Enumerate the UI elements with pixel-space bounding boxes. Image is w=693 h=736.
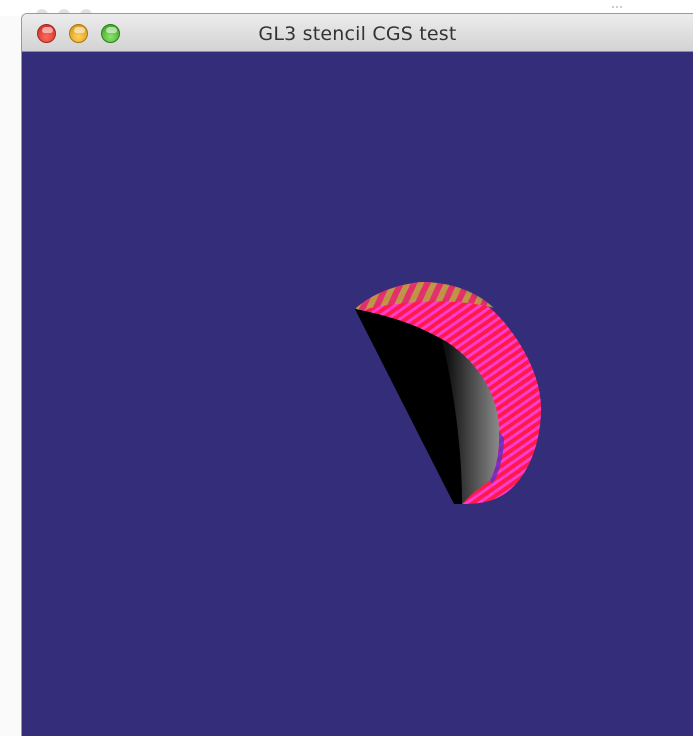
cgs-render: [355, 282, 542, 504]
background-window-controls: [36, 4, 116, 17]
title-bar[interactable]: GL3 stencil CGS test: [22, 14, 693, 52]
background-window-mark: [612, 6, 622, 12]
gl-window[interactable]: GL3 stencil CGS test: [22, 14, 693, 736]
desktop: GL3 stencil CGS test: [0, 0, 693, 736]
gl-viewport[interactable]: [22, 52, 693, 736]
window-title: GL3 stencil CGS test: [258, 23, 457, 45]
